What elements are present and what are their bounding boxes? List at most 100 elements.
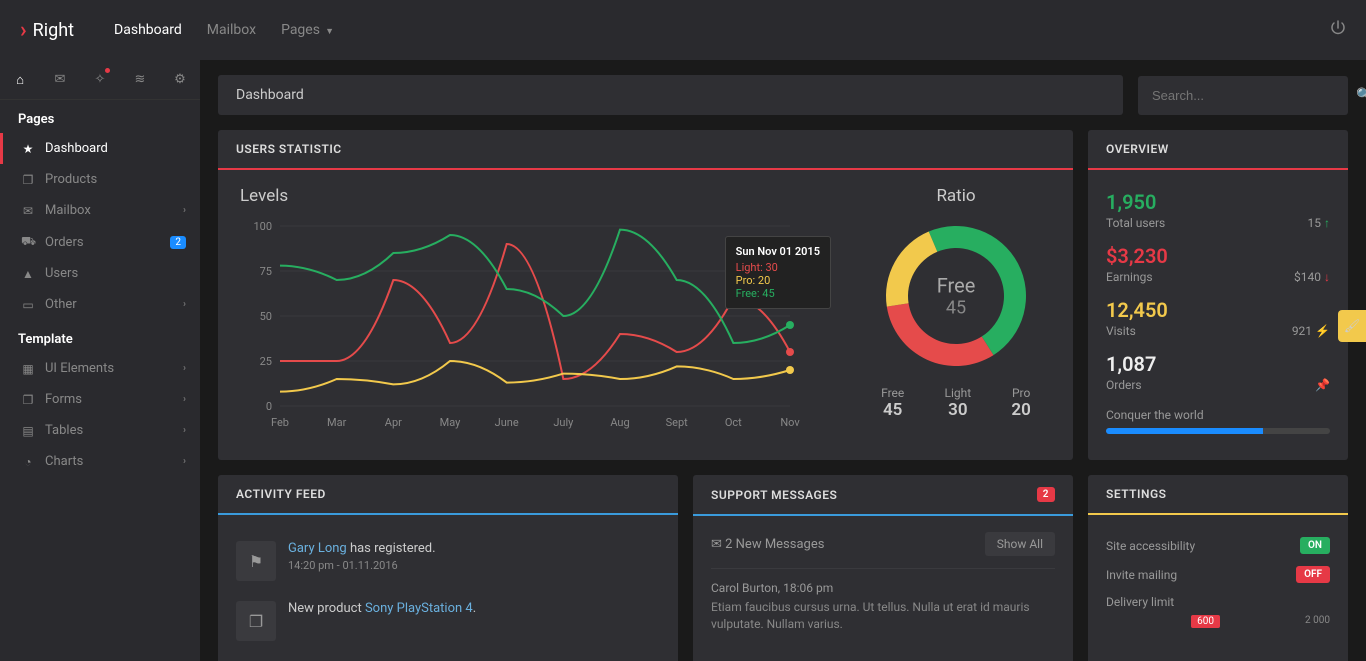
show-all-button[interactable]: Show All — [985, 532, 1055, 556]
ratio-legend: Free45 Light30 Pro20 — [861, 386, 1051, 420]
search-button[interactable]: 🔍 — [1342, 88, 1366, 103]
chart-tooltip: Sun Nov 01 2015 Light: 30 Pro: 20 Free: … — [725, 236, 831, 309]
toggle-on[interactable]: ON — [1300, 537, 1330, 554]
svg-text:Mar: Mar — [327, 416, 347, 429]
support-badge: 2 — [1037, 487, 1055, 502]
gear-icon: ⚙ — [174, 72, 186, 87]
rss-icon: ≋ — [135, 72, 146, 87]
bolt-icon: ⚡ — [1315, 324, 1330, 338]
chevron-right-icon: › — [183, 205, 186, 216]
users-statistic-panel: USERS STATISTIC Levels 0255075100FebMarA… — [218, 130, 1073, 460]
topnav-mailbox[interactable]: Mailbox — [207, 22, 256, 38]
earnings-value: $3,230 — [1106, 244, 1330, 268]
svg-text:Oct: Oct — [725, 416, 742, 429]
ratio-title: Ratio — [861, 186, 1051, 206]
logo[interactable]: › Right — [20, 18, 74, 43]
svg-text:July: July — [553, 416, 574, 429]
svg-text:Feb: Feb — [271, 416, 289, 429]
ratio-chart-section: Ratio Free 45 Free45 Light30 — [861, 186, 1051, 440]
notification-dot — [105, 68, 110, 73]
sidebar-item-users[interactable]: ▲Users — [0, 258, 200, 289]
search-input[interactable] — [1138, 76, 1342, 115]
chevron-right-icon: › — [183, 363, 186, 374]
chevron-right-icon: › — [183, 299, 186, 310]
sidebar-item-other[interactable]: ▭Other› — [0, 289, 200, 320]
home-icon: ⌂ — [16, 72, 24, 88]
svg-text:50: 50 — [260, 310, 272, 323]
new-messages-count: ✉ 2 New Messages — [711, 537, 824, 552]
progress-label: Conquer the world — [1106, 408, 1330, 422]
orders-value: 1,087 — [1106, 352, 1330, 376]
setting-delivery-limit: Delivery limit — [1106, 589, 1330, 615]
settings-panel: SETTINGS Site accessibility ON Invite ma… — [1088, 475, 1348, 661]
truck-icon: ⛟ — [21, 234, 35, 250]
svg-text:Apr: Apr — [385, 416, 402, 429]
svg-text:25: 25 — [260, 355, 272, 368]
cube-icon: ❐ — [21, 173, 35, 187]
star-icon: ★ — [21, 142, 35, 156]
search-icon: 🔍 — [1356, 88, 1366, 103]
brand-name: Right — [33, 20, 74, 41]
caret-down-icon: ▼ — [323, 27, 334, 37]
main-content: Dashboard 🔍 USERS STATISTIC Levels 02550… — [200, 60, 1366, 661]
envelope-icon: ✉ — [55, 72, 66, 87]
theme-customizer-tab[interactable]: 🖌 — [1338, 310, 1366, 342]
comments-icon: ✧ — [95, 72, 106, 87]
donut-center: Free 45 — [937, 274, 976, 319]
sidebar-item-ui-elements[interactable]: ▦UI Elements› — [0, 353, 200, 384]
iconstrip-rss[interactable]: ≋ — [120, 60, 160, 99]
paintbrush-icon: 🖌 — [1344, 319, 1361, 334]
iconstrip-home[interactable]: ⌂ — [0, 60, 40, 99]
grid-icon: ▦ — [21, 362, 35, 376]
setting-invite-mailing: Invite mailing OFF — [1106, 560, 1330, 589]
sidebar-icon-strip: ⌂ ✉ ✧ ≋ ⚙ — [0, 60, 200, 100]
sidebar: ⌂ ✉ ✧ ≋ ⚙ Pages ★Dashboard ❐Products ✉Ma… — [0, 60, 200, 661]
flag-icon: ⚑ — [236, 541, 276, 581]
svg-text:75: 75 — [260, 265, 272, 278]
svg-text:0: 0 — [266, 400, 272, 413]
sidebar-item-products[interactable]: ❐Products — [0, 164, 200, 195]
orders-badge: 2 — [170, 236, 186, 249]
svg-text:May: May — [440, 416, 462, 429]
toggle-off[interactable]: OFF — [1296, 566, 1330, 583]
arrow-down-icon: ↓ — [1324, 270, 1330, 284]
power-button[interactable] — [1330, 20, 1346, 40]
svg-text:June: June — [495, 416, 519, 429]
topnav-pages[interactable]: Pages ▼ — [281, 22, 334, 38]
nav-section-template: Template — [0, 320, 200, 353]
iconstrip-mail[interactable]: ✉ — [40, 60, 80, 99]
delivery-slider[interactable]: 600 2 000 — [1106, 615, 1330, 628]
chevron-right-icon: › — [183, 394, 186, 405]
svg-text:100: 100 — [253, 220, 272, 233]
nav-section-pages: Pages — [0, 100, 200, 133]
sidebar-item-tables[interactable]: ▤Tables› — [0, 415, 200, 446]
svg-text:Aug: Aug — [610, 416, 629, 429]
power-icon — [1330, 20, 1346, 36]
piechart-icon: ◔ — [21, 455, 35, 469]
visits-value: 12,450 — [1106, 298, 1330, 322]
overview-panel: OVERVIEW 1,950 Total users15↑ $3,230 Ear… — [1088, 130, 1348, 460]
iconstrip-settings[interactable]: ⚙ — [160, 60, 200, 99]
sidebar-item-mailbox[interactable]: ✉Mailbox› — [0, 195, 200, 226]
chevron-right-icon: › — [183, 425, 186, 436]
levels-line-chart: 0255075100FebMarAprMayJuneJulyAugSeptOct… — [240, 216, 800, 436]
chevron-right-icon: › — [20, 18, 27, 43]
sidebar-item-dashboard[interactable]: ★Dashboard — [0, 133, 200, 164]
topnav-dashboard[interactable]: Dashboard — [114, 22, 182, 38]
svg-text:Nov: Nov — [780, 416, 800, 429]
feed-item: ⚑ Gary Long has registered. 14:20 pm - 0… — [236, 531, 660, 591]
arrow-up-icon: ↑ — [1324, 216, 1330, 230]
cube-icon: ❐ — [236, 601, 276, 641]
sidebar-item-orders[interactable]: ⛟Orders2 — [0, 226, 200, 258]
search-box: 🔍 — [1138, 76, 1348, 115]
topbar: › Right Dashboard Mailbox Pages ▼ — [0, 0, 1366, 60]
top-navigation: Dashboard Mailbox Pages ▼ — [114, 22, 334, 38]
envelope-icon: ✉ — [711, 537, 725, 552]
breadcrumb: Dashboard — [218, 75, 1123, 115]
chevron-right-icon: › — [183, 456, 186, 467]
sidebar-item-forms[interactable]: ❐Forms› — [0, 384, 200, 415]
sidebar-item-charts[interactable]: ◔Charts› — [0, 446, 200, 477]
pin-icon: 📌 — [1315, 378, 1330, 392]
support-messages-panel: SUPPORT MESSAGES 2 ✉ 2 New Messages Show… — [693, 475, 1073, 661]
iconstrip-comments[interactable]: ✧ — [80, 60, 120, 99]
